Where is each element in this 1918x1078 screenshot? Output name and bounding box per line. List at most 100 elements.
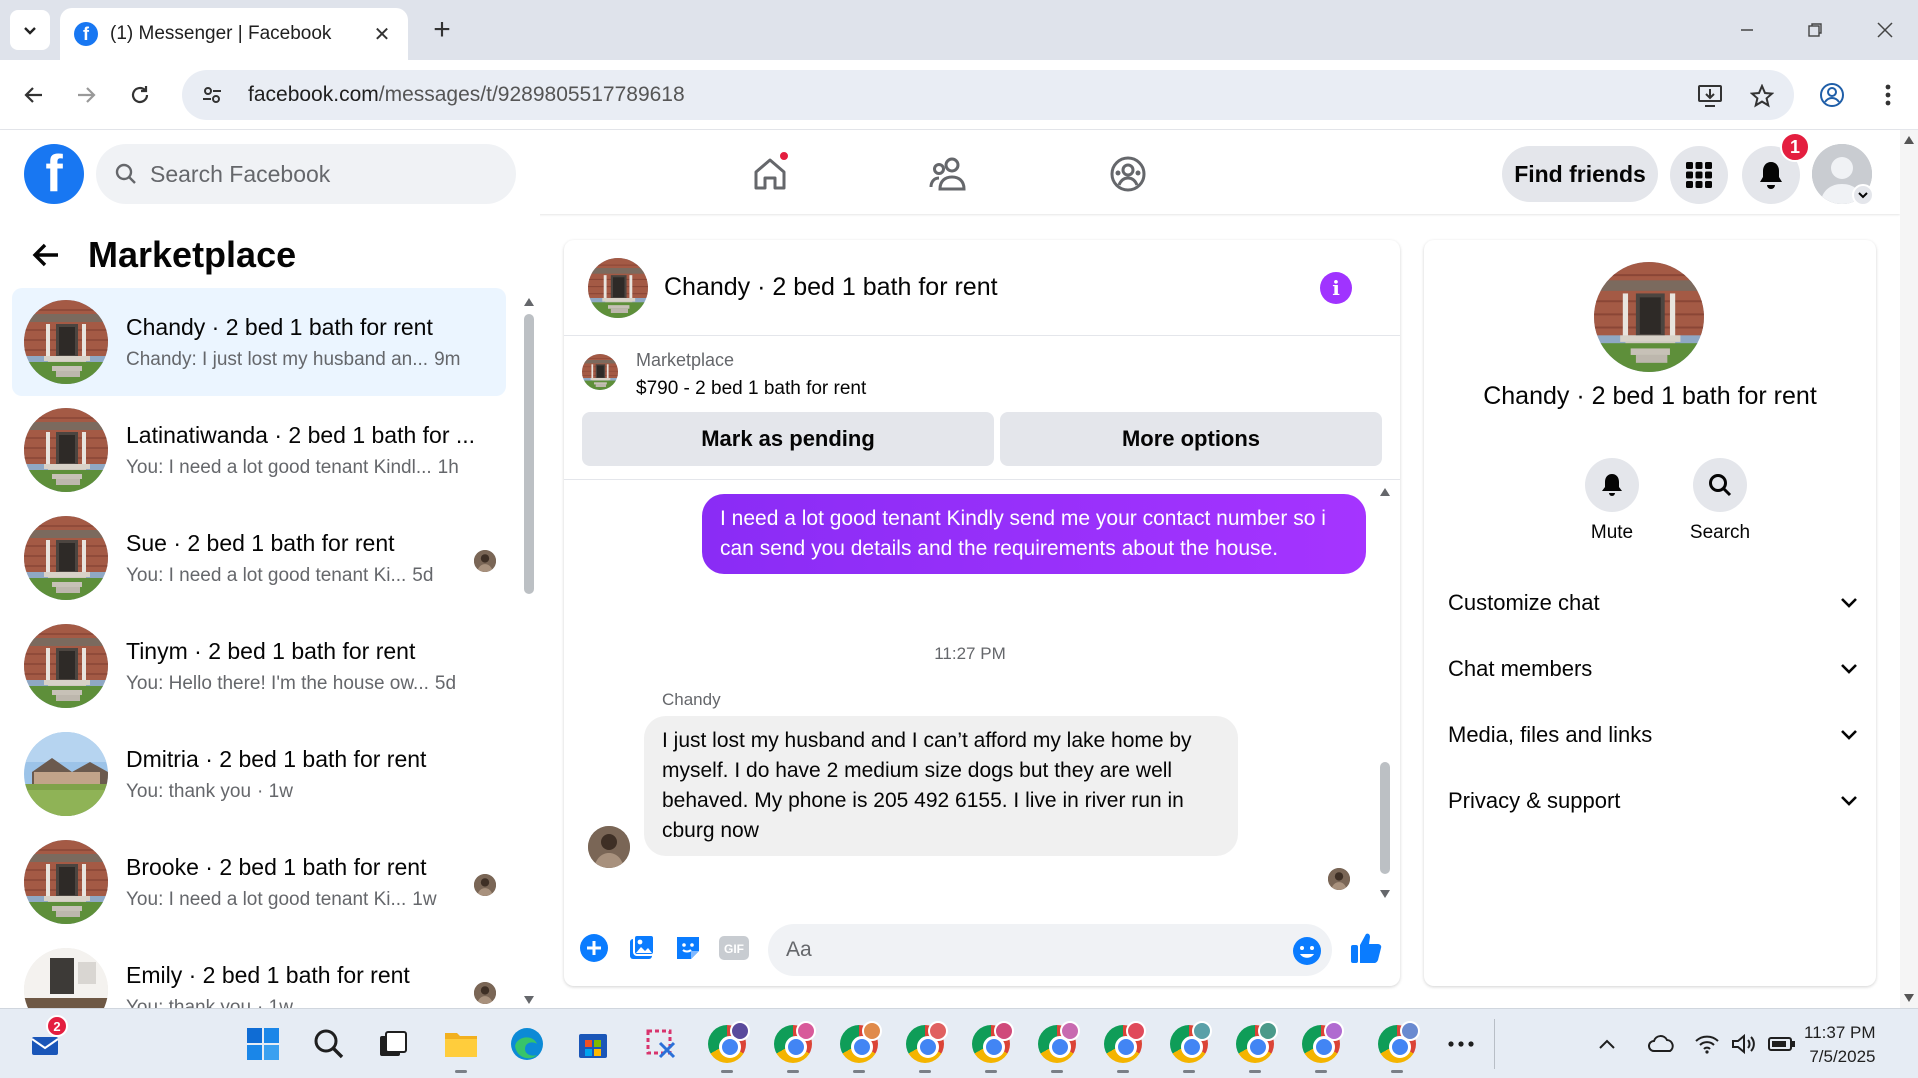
info-icon[interactable]: i [1320,272,1352,304]
menu-grid-button[interactable] [1670,146,1728,204]
file-explorer-icon[interactable] [440,1023,482,1073]
chat-scrollbar[interactable] [1376,488,1394,898]
chrome-profile-7-icon[interactable] [1102,1021,1146,1073]
tab-search-button[interactable] [10,10,50,50]
new-tab-button[interactable]: + [424,12,460,48]
facebook-search[interactable] [96,144,516,204]
tab-title: (1) Messenger | Facebook [110,23,332,44]
nav-friends[interactable] [918,144,978,204]
conversation-row[interactable]: Sue · 2 bed 1 bath for rent You: I need a… [12,504,506,612]
back-button[interactable] [14,75,54,115]
site-info-icon[interactable] [194,77,230,113]
battery-icon[interactable] [1768,1029,1796,1059]
find-friends-button[interactable]: Find friends [1502,146,1658,202]
section-customize-chat[interactable]: Customize chat [1448,576,1858,630]
listing-price[interactable]: $790 - 2 bed 1 bath for rent [636,378,866,400]
install-app-icon[interactable] [1692,78,1728,114]
store-icon[interactable] [572,1023,614,1065]
chrome-profile-3-icon[interactable] [838,1021,882,1073]
search-action[interactable]: Search [1680,458,1760,544]
browser-tab-active[interactable]: f (1) Messenger | Facebook ✕ [60,8,408,60]
chrome-profile-8-icon[interactable] [1168,1021,1212,1073]
conversation-row[interactable]: Tinym · 2 bed 1 bath for rent You: Hello … [12,612,506,720]
section-label: Media, files and links [1448,722,1653,747]
thumbs-up-icon[interactable] [1348,930,1384,966]
page-scrollbar[interactable] [1900,130,1918,1008]
onedrive-cloud-icon[interactable] [1648,1029,1676,1059]
chrome-profile-5-icon[interactable] [970,1021,1014,1073]
chrome-profile-9-icon[interactable] [1234,1021,1278,1073]
system-clock[interactable]: 11:37 PM 7/5/2025 [1804,1021,1876,1069]
chrome-profile-1-icon[interactable] [706,1021,750,1073]
taskbar-search-icon[interactable] [308,1023,350,1065]
profile-account-icon[interactable] [1812,75,1852,115]
snipping-tool-icon[interactable] [640,1023,682,1065]
chrome-profile-10-icon[interactable] [1300,1021,1344,1073]
gif-icon[interactable]: GIF [716,930,752,966]
close-window-button[interactable] [1860,10,1910,50]
section-chat-members[interactable]: Chat members [1448,642,1858,696]
forward-button[interactable] [66,75,106,115]
message-input-box[interactable] [768,924,1332,976]
conversation-time: 5d [434,672,457,694]
conversation-row[interactable]: Emily · 2 bed 1 bath for rent You: thank … [12,936,506,1008]
start-button[interactable] [242,1023,284,1065]
url-text[interactable]: facebook.com/messages/t/9289805517789618 [248,83,685,107]
mute-button[interactable] [1585,458,1639,512]
facebook-search-input[interactable] [150,160,480,188]
chrome-profile-6-icon[interactable] [1036,1021,1080,1073]
search-in-chat-button[interactable] [1693,458,1747,512]
sticker-icon[interactable] [670,930,706,966]
mute-action[interactable]: Mute [1572,458,1652,544]
chrome-profile-2-icon[interactable] [772,1021,816,1073]
search-icon [115,163,136,184]
arrow-left-icon[interactable] [30,239,62,271]
chat-title[interactable]: Chandy · 2 bed 1 bath for rent [664,273,998,302]
listing-thumbnail[interactable] [582,354,618,390]
conversation-row[interactable]: Dmitria · 2 bed 1 bath for rent You: than… [12,720,506,828]
account-menu-chevron[interactable] [1852,184,1874,206]
plus-circle-icon[interactable] [576,930,612,966]
scrollbar-thumb[interactable] [524,314,534,594]
wifi-icon[interactable] [1694,1029,1720,1059]
restore-button[interactable] [1790,10,1840,50]
mail-app-icon[interactable]: 2 [26,1015,68,1065]
message-input[interactable] [786,938,1266,962]
sender-avatar[interactable] [588,826,630,868]
edge-browser-icon[interactable] [506,1023,548,1065]
browser-menu-icon[interactable] [1868,75,1908,115]
volume-icon[interactable] [1730,1029,1758,1059]
minimize-button[interactable] [1722,10,1772,50]
more-options-button[interactable]: More options [1000,412,1382,466]
emoji-icon[interactable] [1292,936,1322,966]
snippet-text: Chandy: I just lost my husband an... [126,348,429,370]
conversation-row[interactable]: Chandy · 2 bed 1 bath for rent Chandy: I … [12,288,506,396]
facebook-logo-icon[interactable]: f [24,144,84,204]
home-notification-dot [778,150,790,162]
section-label: Privacy & support [1448,788,1621,813]
conversation-row[interactable]: Brooke · 2 bed 1 bath for rent You: I nee… [12,828,506,936]
reload-button[interactable] [120,75,160,115]
nav-groups[interactable] [1098,144,1158,204]
mark-as-pending-button[interactable]: Mark as pending [582,412,994,466]
chrome-profile-11-icon[interactable] [1376,1021,1420,1073]
address-bar[interactable]: facebook.com/messages/t/9289805517789618 [182,70,1794,120]
chrome-profile-4-icon[interactable] [904,1021,948,1073]
tab-close-icon[interactable]: ✕ [370,22,394,47]
chat-scrollbar-thumb[interactable] [1380,762,1390,874]
conversation-scrollbar[interactable] [520,292,538,1008]
section-privacy-support[interactable]: Privacy & support [1448,774,1858,828]
more-apps-icon[interactable] [1440,1023,1482,1065]
windows-logo-icon [247,1028,279,1060]
contact-avatar-large[interactable] [1594,262,1704,372]
conversation-row[interactable]: Latinatiwanda · 2 bed 1 bath for ... You:… [12,396,506,504]
task-view-icon[interactable] [372,1023,414,1065]
photo-icon[interactable] [624,930,660,966]
read-receipt-avatar [1328,868,1350,890]
bookmark-star-icon[interactable] [1744,78,1780,114]
chat-avatar[interactable] [588,258,648,318]
conversation-name: Dmitria · 2 bed 1 bath for rent [126,745,427,772]
tray-overflow-chevron-icon[interactable] [1598,1029,1616,1059]
section-media-files-links[interactable]: Media, files and links [1448,708,1858,762]
nav-home[interactable] [740,144,800,204]
